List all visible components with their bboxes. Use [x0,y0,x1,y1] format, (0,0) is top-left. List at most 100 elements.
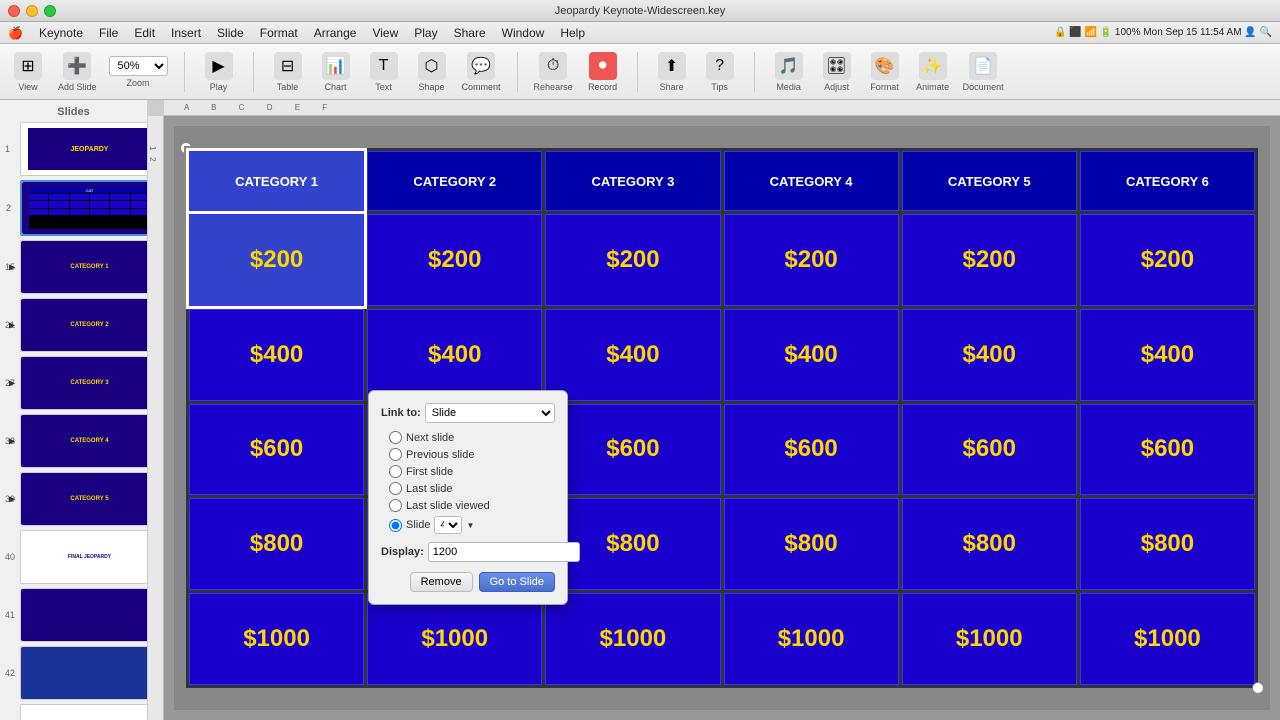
cell-1000-6[interactable]: $1000 [1080,593,1255,685]
tips-tool[interactable]: ? Tips [702,52,738,92]
handle-bottom-right[interactable] [1252,682,1264,694]
slide-thumb-15[interactable]: 15 ▶ CATEGORY 1 [20,240,148,294]
slide-thumb-21[interactable]: 21 ▶ CATEGORY 2 [20,298,148,352]
radio-first-slide-input[interactable] [389,465,402,478]
menu-share[interactable]: Share [454,26,486,40]
cell-200-5[interactable]: $200 [902,214,1077,306]
maximize-button[interactable] [44,5,56,17]
slide-thumb-43[interactable]: 43 jdaknell [20,704,148,720]
menu-window[interactable]: Window [502,26,545,40]
menu-insert[interactable]: Insert [171,26,201,40]
slide-thumb-40[interactable]: 40 FINAL JEOPARDY [20,530,148,584]
cell-800-1[interactable]: $800 [189,498,364,590]
link-type-select[interactable]: Slide URL Email [425,403,555,423]
slide-thumb-1[interactable]: 1 JEOPARDY [20,122,148,176]
record-tool[interactable]: ⏺ Record [585,52,621,92]
menu-play[interactable]: Play [414,26,437,40]
menu-apple[interactable]: 🍎 [8,26,23,40]
slide-number-select[interactable]: 4 1 2 3 [434,516,462,534]
slide-thumb-33[interactable]: 33 ▶ CATEGORY 4 [20,414,148,468]
cell-400-6[interactable]: $400 [1080,309,1255,401]
cell-200-4[interactable]: $200 [724,214,899,306]
radio-slide-num[interactable]: Slide 4 1 2 3 ▼ [389,516,555,534]
slide-expand-arrow-21[interactable]: ▶ [9,321,15,330]
cell-1000-5[interactable]: $1000 [902,593,1077,685]
document-tool[interactable]: 📄 Document [963,52,1004,92]
animate-tool[interactable]: ✨ Animate [915,52,951,92]
menu-view[interactable]: View [372,26,398,40]
close-button[interactable] [8,5,20,17]
radio-previous-slide[interactable]: Previous slide [389,448,555,461]
slide-thumb-27[interactable]: 27 ▶ CATEGORY 3 [20,356,148,410]
zoom-tool[interactable]: 50% 75% 100% Zoom [109,56,168,88]
slide-expand-arrow-39[interactable]: ▶ [9,495,15,504]
share-tool[interactable]: ⬆ Share [654,52,690,92]
radio-next-slide-input[interactable] [389,431,402,444]
cell-200-3[interactable]: $200 [545,214,720,306]
cell-400-1[interactable]: $400 [189,309,364,401]
text-tool[interactable]: T Text [366,52,402,92]
slide-thumb-42[interactable]: 42 [20,646,148,700]
cell-200-6[interactable]: $200 [1080,214,1255,306]
cell-1000-3[interactable]: $1000 [545,593,720,685]
display-input[interactable] [428,542,580,562]
cell-1000-4[interactable]: $1000 [724,593,899,685]
slide-expand-arrow-33[interactable]: ▶ [9,437,15,446]
menu-format[interactable]: Format [260,26,298,40]
cell-400-4[interactable]: $400 [724,309,899,401]
cell-600-4[interactable]: $600 [724,404,899,496]
cell-800-4[interactable]: $800 [724,498,899,590]
cell-1000-1[interactable]: $1000 [189,593,364,685]
media-tool[interactable]: 🎵 Media [771,52,807,92]
category-5-header[interactable]: CATEGORY 5 [902,151,1077,211]
format-tool[interactable]: 🎨 Format [867,52,903,92]
radio-previous-slide-input[interactable] [389,448,402,461]
cell-400-5[interactable]: $400 [902,309,1077,401]
rehearse-tool[interactable]: ⏱ Rehearse [534,52,573,92]
play-tool[interactable]: ▶ Play [201,52,237,92]
chart-tool[interactable]: 📊 Chart [318,52,354,92]
menu-arrange[interactable]: Arrange [314,26,357,40]
cell-1000-2[interactable]: $1000 [367,593,542,685]
radio-first-slide[interactable]: First slide [389,465,555,478]
remove-button[interactable]: Remove [410,572,473,592]
category-2-header[interactable]: CATEGORY 2 [367,151,542,211]
category-1-header[interactable]: CATEGORY 1 [189,151,364,211]
menu-edit[interactable]: Edit [134,26,155,40]
cell-600-6[interactable]: $600 [1080,404,1255,496]
menu-slide[interactable]: Slide [217,26,244,40]
shape-tool[interactable]: ⬡ Shape [414,52,450,92]
radio-slide-num-input[interactable] [389,519,402,532]
radio-last-slide[interactable]: Last slide [389,482,555,495]
zoom-select[interactable]: 50% 75% 100% [109,56,168,76]
menu-file[interactable]: File [99,26,118,40]
cell-200-1[interactable]: $200 [189,214,364,306]
adjust-tool[interactable]: 🎛 Adjust [819,52,855,92]
slide-thumb-2[interactable]: 2 CAT [20,180,148,236]
menu-keynote[interactable]: Keynote [39,26,83,40]
radio-last-viewed-input[interactable] [389,499,402,512]
slide-expand-arrow-27[interactable]: ▶ [9,379,15,388]
cell-600-1[interactable]: $600 [189,404,364,496]
cell-400-2[interactable]: $400 [367,309,542,401]
slide-thumb-39[interactable]: 39 ▶ CATEGORY 5 [20,472,148,526]
slide-expand-arrow-15[interactable]: ▶ [9,263,15,272]
minimize-button[interactable] [26,5,38,17]
cell-800-6[interactable]: $800 [1080,498,1255,590]
category-6-header[interactable]: CATEGORY 6 [1080,151,1255,211]
cell-200-2[interactable]: $200 [367,214,542,306]
goto-slide-button[interactable]: Go to Slide [479,572,555,592]
menu-help[interactable]: Help [560,26,585,40]
cell-800-5[interactable]: $800 [902,498,1077,590]
category-3-header[interactable]: CATEGORY 3 [545,151,720,211]
radio-last-slide-input[interactable] [389,482,402,495]
view-tool[interactable]: ⊞ View [10,52,46,92]
add-slide-tool[interactable]: ➕ Add Slide [58,52,97,92]
radio-last-viewed[interactable]: Last slide viewed [389,499,555,512]
table-tool[interactable]: ⊟ Table [270,52,306,92]
comment-tool[interactable]: 💬 Comment [462,52,501,92]
cell-400-3[interactable]: $400 [545,309,720,401]
cell-600-5[interactable]: $600 [902,404,1077,496]
category-4-header[interactable]: CATEGORY 4 [724,151,899,211]
cell-600-3[interactable]: $600 [545,404,720,496]
